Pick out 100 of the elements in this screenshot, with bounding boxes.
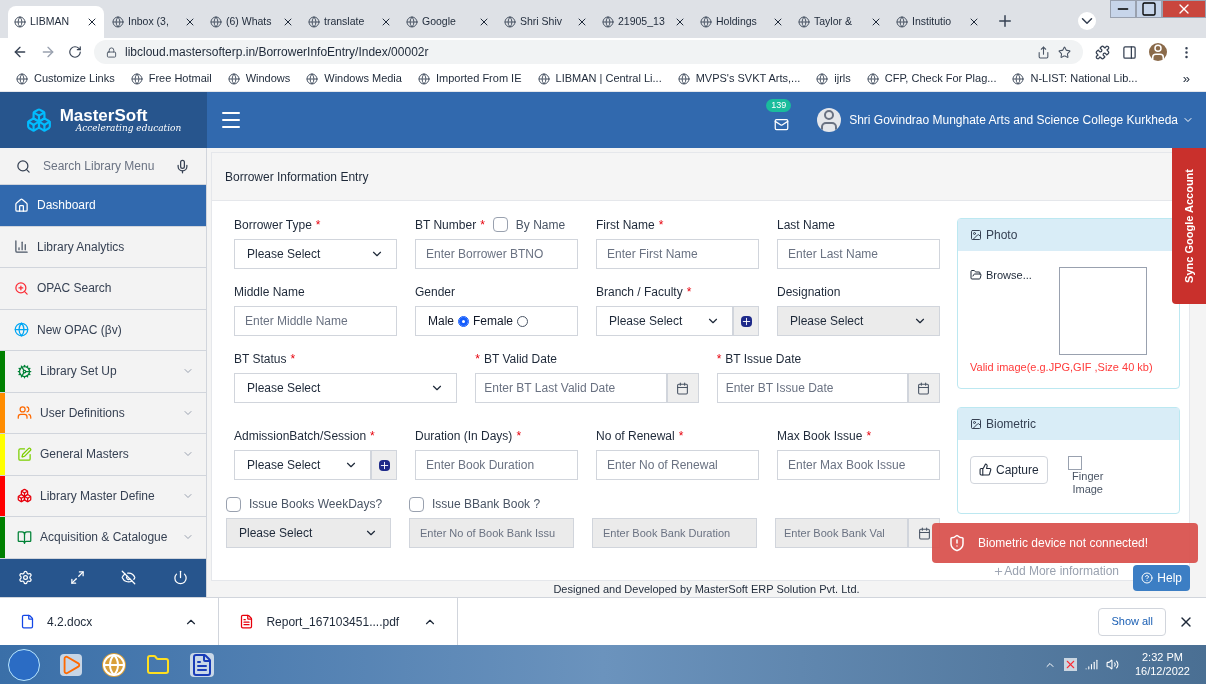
maximize-icon[interactable] xyxy=(1136,0,1162,18)
globe-icon xyxy=(504,16,516,28)
bookmark-link[interactable]: Windows Media xyxy=(306,70,402,87)
close-icon[interactable] xyxy=(282,16,294,28)
network-error-icon[interactable] xyxy=(1063,658,1077,671)
input-field[interactable]: Enter Book Duration xyxy=(415,450,578,480)
sync-google-tab[interactable]: Sync Google Account xyxy=(1172,148,1206,304)
bookmark-link[interactable]: Imported From IE xyxy=(417,70,522,87)
checkbox[interactable] xyxy=(409,496,424,512)
bookmark-link[interactable]: Free Hotmail xyxy=(130,70,212,87)
input-field[interactable]: Enter Max Book Issue xyxy=(777,450,940,480)
signal-icon[interactable] xyxy=(1084,658,1098,671)
alert-icon xyxy=(948,534,966,552)
globe-icon xyxy=(677,72,690,85)
clock[interactable]: 2:32 PM 16/12/2022 xyxy=(1126,650,1198,679)
college-menu[interactable]: Shri Govindrao Munghate Arts and Science College Kurkheda xyxy=(849,111,1194,129)
mic-icon[interactable] xyxy=(175,158,190,174)
close-icon[interactable] xyxy=(674,16,686,28)
eye-slash-icon[interactable] xyxy=(121,570,137,586)
settings-icon[interactable] xyxy=(18,570,34,586)
date-field[interactable]: Enter BT Last Valid Date xyxy=(475,373,667,403)
fullscreen-icon[interactable] xyxy=(69,570,85,586)
browser-tab[interactable]: LIBMAN xyxy=(8,6,104,38)
menu-item[interactable]: General Masters xyxy=(5,434,206,475)
star-icon[interactable] xyxy=(1058,45,1071,59)
back-icon[interactable] xyxy=(12,44,28,60)
panel-title: Biometric xyxy=(986,415,1036,433)
add-button[interactable] xyxy=(371,450,397,480)
globe-icon xyxy=(112,16,124,28)
show-all-button[interactable]: Show all xyxy=(1098,607,1166,636)
checkbox[interactable] xyxy=(226,496,241,512)
close-icon[interactable] xyxy=(870,16,882,28)
bookmark-link[interactable]: N-LIST: National Lib... xyxy=(1012,70,1138,87)
close-icon[interactable] xyxy=(772,16,784,28)
input-field[interactable]: Enter First Name xyxy=(596,239,759,269)
globe-icon xyxy=(896,16,908,28)
bookmark-link[interactable]: Customize Links xyxy=(16,70,115,87)
browse-button[interactable]: Browse... xyxy=(970,267,1032,284)
field-label: Gender xyxy=(415,283,456,301)
select-field[interactable]: Please Select xyxy=(234,239,397,269)
word-icon[interactable] xyxy=(190,652,214,677)
help-button[interactable]: Help xyxy=(1133,565,1190,591)
browser-icon[interactable] xyxy=(102,652,126,677)
bookmark-link[interactable]: MVPS's SVKT Arts,... xyxy=(677,70,801,87)
calendar-button[interactable] xyxy=(908,373,940,403)
menu-item[interactable]: OPAC Search xyxy=(0,268,206,309)
select-field[interactable]: Please Select xyxy=(234,450,371,480)
menu-item[interactable]: Library Master Define xyxy=(5,475,206,516)
menu-item[interactable]: Dashboard xyxy=(0,185,206,226)
new-tab-icon[interactable] xyxy=(996,12,1014,30)
more-bookmarks-button[interactable]: » xyxy=(1182,68,1190,89)
side-panel-icon[interactable] xyxy=(1122,44,1137,60)
bookmark-link[interactable]: Windows xyxy=(227,70,291,87)
radio-button[interactable] xyxy=(517,315,529,327)
calendar-button[interactable] xyxy=(666,373,699,403)
reload-icon[interactable] xyxy=(68,45,82,59)
add-button[interactable] xyxy=(733,306,759,336)
folder-icon[interactable] xyxy=(146,652,170,677)
cubes-icon xyxy=(17,488,32,504)
minimize-icon[interactable] xyxy=(1110,0,1136,18)
bookmark-link[interactable]: LIBMAN | Central Li... xyxy=(537,70,662,87)
radio-button[interactable] xyxy=(458,315,469,327)
input-field[interactable]: Enter Last Name xyxy=(777,239,940,269)
start-button[interactable] xyxy=(8,648,40,681)
checkbox[interactable] xyxy=(1067,455,1082,470)
avatar-icon[interactable] xyxy=(817,108,842,132)
input-field[interactable]: Enter Middle Name xyxy=(234,306,397,336)
menu-item[interactable]: New OPAC (βv) xyxy=(0,309,206,350)
address-field[interactable]: libcloud.mastersofterp.in/BorrowerInfoEntry/Index/00002r xyxy=(94,40,1083,64)
checkbox[interactable] xyxy=(492,217,508,232)
input-field[interactable]: Enter Borrower BTNO xyxy=(415,239,578,269)
close-icon[interactable] xyxy=(478,16,490,28)
menu-item[interactable]: User Definitions xyxy=(5,392,206,433)
capture-button[interactable]: Capture xyxy=(970,455,1048,484)
close-icon[interactable] xyxy=(86,16,98,28)
menu-search-field[interactable]: Search Library Menu xyxy=(43,157,163,175)
power-icon[interactable] xyxy=(172,570,188,586)
tab-search-icon[interactable] xyxy=(1078,12,1096,30)
menu-item[interactable]: Library Analytics xyxy=(0,226,206,267)
select-field[interactable]: Please Select xyxy=(596,306,733,336)
bookmark-link[interactable]: ijrls xyxy=(816,70,851,87)
share-icon[interactable] xyxy=(1037,45,1050,59)
close-icon[interactable] xyxy=(380,16,392,28)
menu-item[interactable]: Acquisition & Catalogue xyxy=(5,517,206,558)
bookmark-link[interactable]: CFP, Check For Plag... xyxy=(866,70,997,87)
field-label: BT Status * xyxy=(234,350,296,368)
select-field[interactable]: Please Select xyxy=(234,373,458,403)
volume-icon[interactable] xyxy=(1105,658,1119,671)
close-icon[interactable] xyxy=(184,16,196,28)
image-hint: Valid image(e.g.JPG,GIF ,Size 40 kb) xyxy=(970,360,1154,375)
extensions-icon[interactable] xyxy=(1095,44,1110,60)
close-icon[interactable] xyxy=(968,16,980,28)
media-player-icon[interactable] xyxy=(60,653,82,676)
logo-name: MasterSoft xyxy=(59,107,148,124)
profile-icon[interactable] xyxy=(1149,43,1167,61)
menu-item[interactable]: Library Set Up xyxy=(5,351,206,392)
close-icon[interactable] xyxy=(576,16,588,28)
date-field[interactable]: Enter BT Issue Date xyxy=(716,373,908,403)
input-field[interactable]: Enter No of Renewal xyxy=(596,450,759,480)
mail-icon[interactable] xyxy=(774,116,790,132)
